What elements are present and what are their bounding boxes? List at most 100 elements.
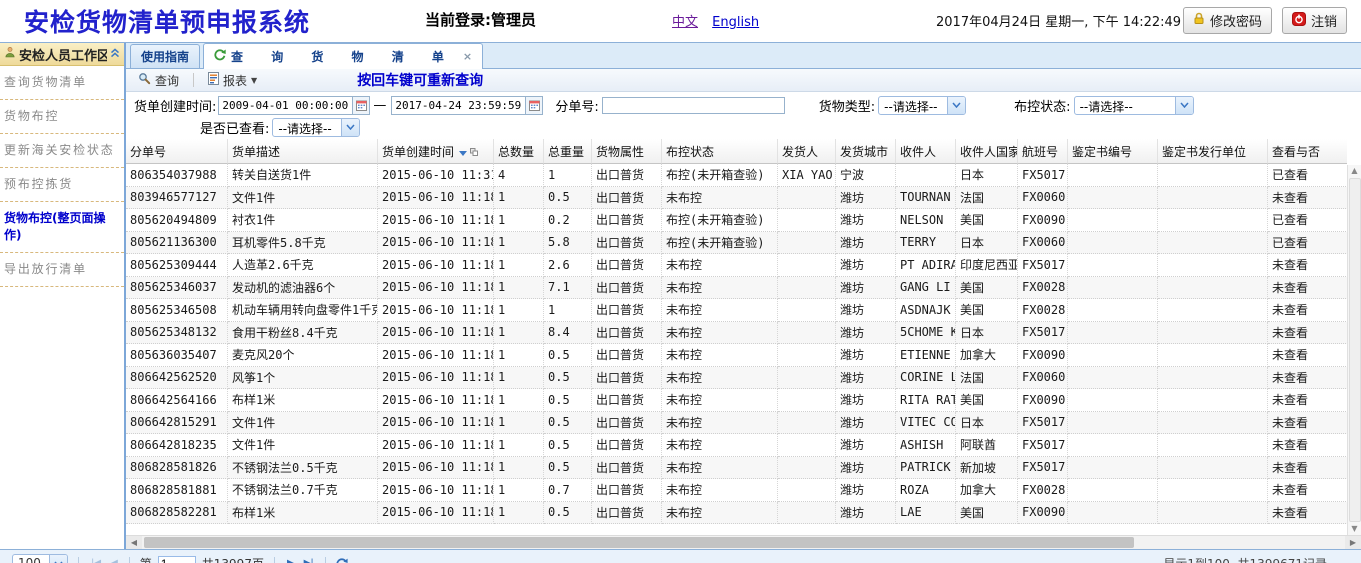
date-from-field[interactable]: 2009-04-01 00:00:00: [218, 96, 370, 115]
column-header-11[interactable]: 航班号: [1018, 139, 1068, 164]
page-size-select[interactable]: 100: [12, 554, 68, 563]
cell: FX0028: [1018, 277, 1068, 300]
last-page-button[interactable]: ▶|: [302, 558, 315, 563]
column-header-0[interactable]: 分单号: [126, 139, 228, 164]
column-header-7[interactable]: 发货人: [778, 139, 836, 164]
tab-1[interactable]: 查 询 货 物 清 单×: [203, 43, 483, 69]
lang-link-chinese[interactable]: 中文: [672, 15, 698, 30]
vertical-scroll-thumb[interactable]: [1349, 178, 1361, 522]
cell: 2015-06-10 11:31:55: [378, 164, 494, 187]
column-menu-icon[interactable]: [470, 145, 478, 159]
calendar-icon[interactable]: [525, 97, 542, 114]
table-row[interactable]: 805621136300耳机零件5.8千克2015-06-10 11:18:36…: [126, 232, 1347, 255]
cargo-type-select[interactable]: --请选择--: [878, 96, 966, 115]
sidebar-item-3[interactable]: 预 布 控 拣 货: [0, 168, 124, 202]
calendar-icon[interactable]: [352, 97, 369, 114]
sidebar-item-2[interactable]: 更 新 海 关 安 检 状 态: [0, 134, 124, 168]
table-row[interactable]: 806642564166布样1米2015-06-10 11:18:3610.5出…: [126, 389, 1347, 412]
column-header-5[interactable]: 货物属性: [592, 139, 662, 164]
cell: 805621136300: [126, 232, 228, 255]
sidebar-header[interactable]: 安检人员工作区: [0, 43, 124, 66]
first-page-button[interactable]: |◀: [89, 558, 102, 563]
collapse-chevron-up-icon[interactable]: [110, 47, 120, 62]
column-header-10[interactable]: 收件人国家: [956, 139, 1018, 164]
table-row[interactable]: 805620494809衬衣1件2015-06-10 11:18:3610.2出…: [126, 209, 1347, 232]
tab-close-icon[interactable]: ×: [463, 50, 472, 63]
vertical-scrollbar[interactable]: ▲ ▼: [1347, 165, 1361, 535]
change-password-button[interactable]: 修改密码: [1183, 7, 1272, 34]
table-row[interactable]: 806642815291文件1件2015-06-10 11:18:3610.5出…: [126, 412, 1347, 435]
control-status-label: 布控状态:: [1014, 96, 1070, 115]
cell: 未查看: [1268, 389, 1347, 412]
refresh-icon[interactable]: [336, 558, 348, 563]
pagination-bar: 100 |◀ ◀ 第 共13997页 ▶ ▶| 显示1到100, 共139967…: [0, 549, 1361, 563]
waybill-input[interactable]: [602, 97, 785, 114]
table-row[interactable]: 805625309444人造革2.6千克2015-06-10 11:18:361…: [126, 254, 1347, 277]
date-to-field[interactable]: 2017-04-24 23:59:59: [391, 96, 543, 115]
scroll-left-icon[interactable]: ◀: [126, 536, 142, 549]
cell: 806642818235: [126, 434, 228, 457]
scroll-up-icon[interactable]: ▲: [1351, 165, 1357, 177]
logout-button[interactable]: 注销: [1282, 7, 1347, 34]
sidebar-item-4[interactable]: 货物布控(整页面操作): [0, 202, 124, 253]
column-header-4[interactable]: 总重量: [544, 139, 592, 164]
cell: [1068, 299, 1158, 322]
viewed-select[interactable]: --请选择--: [272, 118, 360, 137]
cell: 潍坊: [836, 367, 896, 390]
page-number-input[interactable]: [158, 556, 196, 563]
column-header-1[interactable]: 货单描述: [228, 139, 378, 164]
report-button[interactable]: 报表 ▼: [204, 71, 261, 90]
control-status-select[interactable]: --请选择--: [1074, 96, 1194, 115]
table-row[interactable]: 805636035407麦克风20个2015-06-10 11:18:3610.…: [126, 344, 1347, 367]
tab-0[interactable]: 使用指南: [130, 44, 200, 68]
previous-page-button[interactable]: ◀: [108, 558, 119, 563]
column-header-6[interactable]: 布控状态: [662, 139, 778, 164]
column-header-8[interactable]: 发货城市: [836, 139, 896, 164]
table-row[interactable]: 805625346037发动机的滤油器6个2015-06-10 11:18:36…: [126, 277, 1347, 300]
column-header-3[interactable]: 总数量: [494, 139, 544, 164]
column-header-9[interactable]: 收件人: [896, 139, 956, 164]
horizontal-scroll-thumb[interactable]: [144, 537, 1134, 548]
cell: TOURNAN: [896, 187, 956, 210]
table-row[interactable]: 805625348132食用干粉丝8.4千克2015-06-10 11:18:3…: [126, 322, 1347, 345]
cell: 1: [494, 209, 544, 232]
table-row[interactable]: 803946577127文件1件2015-06-10 11:18:3610.5出…: [126, 187, 1347, 210]
column-header-13[interactable]: 鉴定书发行单位: [1158, 139, 1268, 164]
chevron-down-icon: [341, 119, 359, 136]
cell: [1068, 389, 1158, 412]
lang-link-english[interactable]: English: [712, 15, 759, 30]
table-row[interactable]: 806828582281布样1米2015-06-10 11:18:3610.5出…: [126, 502, 1347, 525]
column-header-2[interactable]: 货单创建时间: [378, 139, 494, 164]
cell: 1: [494, 502, 544, 525]
sort-descending-icon[interactable]: [459, 145, 467, 159]
sidebar-item-0[interactable]: 查 询 货 物 清 单: [0, 66, 124, 100]
cell: 美国: [956, 502, 1018, 525]
cell: 0.5: [544, 457, 592, 480]
tab-refresh-icon[interactable]: [214, 49, 226, 64]
column-header-12[interactable]: 鉴定书编号: [1068, 139, 1158, 164]
table-row[interactable]: 806642818235文件1件2015-06-10 11:18:3610.5出…: [126, 434, 1347, 457]
sidebar-item-5[interactable]: 导 出 放 行 清 单: [0, 253, 124, 287]
cell: 4: [494, 164, 544, 187]
table-row[interactable]: 806354037988转关自送货1件2015-06-10 11:31:5541…: [126, 164, 1347, 187]
cell: 潍坊: [836, 389, 896, 412]
scroll-right-icon[interactable]: ▶: [1345, 536, 1361, 549]
sidebar-item-1[interactable]: 货 物 布 控: [0, 100, 124, 134]
horizontal-scrollbar[interactable]: ◀ ▶: [126, 535, 1361, 549]
next-page-button[interactable]: ▶: [285, 558, 296, 563]
cell: 未查看: [1268, 299, 1347, 322]
table-row[interactable]: 805625346508机动车辆用转向盘零件1千克2015-06-10 11:1…: [126, 299, 1347, 322]
cell: NELSON: [896, 209, 956, 232]
viewed-label: 是否已查看:: [200, 118, 269, 137]
cell: CORINE LA: [896, 367, 956, 390]
table-row[interactable]: 806828581826不锈钢法兰0.5千克2015-06-10 11:18:3…: [126, 457, 1347, 480]
column-header-14[interactable]: 查看与否: [1268, 139, 1347, 164]
table-row[interactable]: 806642562520风筝1个2015-06-10 11:18:3610.5出…: [126, 367, 1347, 390]
chevron-down-icon: [947, 97, 965, 114]
table-row[interactable]: 806828581881不锈钢法兰0.7千克2015-06-10 11:18:3…: [126, 479, 1347, 502]
scroll-down-icon[interactable]: ▼: [1351, 523, 1357, 535]
cell: 布控(未开箱查验): [662, 232, 778, 255]
top-header: 安检货物清单预申报系统 当前登录:管理员 中文 English 2017年04月…: [0, 0, 1361, 42]
date-from-value: 2009-04-01 00:00:00: [219, 99, 352, 112]
query-button[interactable]: 查询: [134, 71, 183, 90]
